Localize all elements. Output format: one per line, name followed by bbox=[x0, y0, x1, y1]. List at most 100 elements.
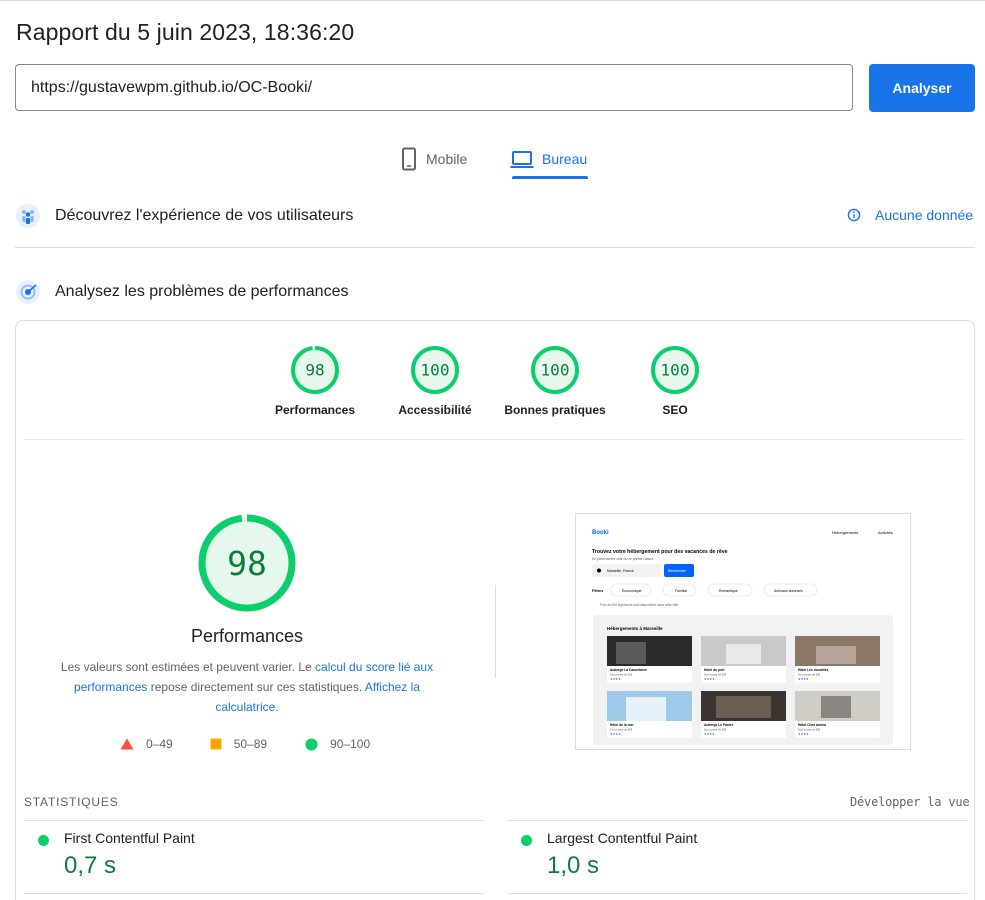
gauge-accessibility-label: Accessibilité bbox=[398, 403, 472, 417]
thumb-card-6-title: Hôtel Chez Amina bbox=[798, 723, 826, 727]
info-icon bbox=[847, 208, 861, 222]
metric-lcp-top-line bbox=[507, 820, 967, 821]
thumb-subline: En plein centre-ville ou en pleine natur… bbox=[592, 557, 654, 561]
gauge-seo[interactable]: 100 SEO bbox=[615, 345, 735, 417]
no-data-link[interactable]: Aucune donnée bbox=[847, 207, 973, 223]
section-user-experience: Découvrez l'expérience de vos utilisateu… bbox=[15, 203, 353, 229]
thumb-card-1-image-detail bbox=[616, 642, 646, 664]
metric-fcp-value: 0,7 s bbox=[64, 852, 117, 879]
legend-fail: 0–49 bbox=[120, 737, 173, 751]
gauge-best-practices[interactable]: 100 Bonnes pratiques bbox=[495, 345, 615, 417]
thumb-search-label: Rechercher bbox=[668, 569, 687, 573]
gauge-best-practices-ring: 100 bbox=[531, 346, 579, 394]
gauge-performance-score: 98 bbox=[305, 361, 324, 380]
metric-lcp-value: 1,0 s bbox=[547, 852, 600, 879]
metric-fcp-name: First Contentful Paint bbox=[64, 830, 195, 846]
thumb-card-6-image-detail bbox=[821, 696, 851, 718]
desc-text-2: repose directement sur ces statistiques. bbox=[147, 680, 365, 694]
vertical-divider bbox=[495, 585, 496, 678]
legend-fail-label: 0–49 bbox=[146, 737, 173, 751]
thumb-filter-2-label: Familial bbox=[675, 589, 687, 593]
legend-pass-label: 90–100 bbox=[330, 737, 371, 751]
screenshot-drawing: Booki Hébergements Activités Trouvez vot… bbox=[576, 514, 910, 749]
score-legend: 0–49 50–89 90–100 bbox=[120, 737, 370, 751]
users-icon bbox=[16, 204, 40, 228]
stats-title: STATISTIQUES bbox=[24, 795, 119, 809]
thumb-card-3-sub: Nuit à partir de 25€ bbox=[798, 673, 821, 677]
gauge-performance-label: Performances bbox=[274, 403, 356, 417]
thumb-card-1-title: Auberge La Cannebière bbox=[610, 668, 647, 672]
thumb-card-6-stars: ★★★★ bbox=[798, 732, 809, 736]
thumb-card-4-sub: Nuit à partir de 25€ bbox=[610, 728, 633, 732]
thumb-card-4-stars: ★★★★ bbox=[610, 732, 621, 736]
metric-lcp-bottom-line bbox=[507, 893, 967, 894]
main-gauge-label: Performances bbox=[190, 626, 304, 646]
thumb-location-pin bbox=[597, 568, 601, 573]
gauge-seo-ring: 100 bbox=[651, 346, 699, 394]
metric-lcp-pass-icon bbox=[521, 835, 532, 846]
legend-average: 50–89 bbox=[210, 737, 267, 751]
score-description: Les valeurs sont estimées et peuvent var… bbox=[57, 657, 437, 717]
thumb-nav-1: Hébergements bbox=[832, 530, 858, 535]
phone-icon bbox=[402, 147, 416, 170]
section-user-experience-title: Découvrez l'expérience de vos utilisateu… bbox=[55, 207, 354, 224]
thumb-card-5-stars: ★★★★ bbox=[704, 732, 715, 736]
expand-view-toggle[interactable]: Développer la vue bbox=[850, 795, 970, 809]
analyze-button[interactable]: Analyser bbox=[869, 64, 975, 112]
desc-text-1: Les valeurs sont estimées et peuvent var… bbox=[60, 660, 316, 674]
tab-desktop-label: Bureau bbox=[542, 150, 588, 167]
tab-desktop[interactable]: Bureau bbox=[510, 137, 587, 180]
report-title: Rapport du 5 juin 2023, 18:36:20 bbox=[16, 19, 355, 45]
circle-icon bbox=[305, 738, 318, 750]
lighthouse-icon bbox=[16, 280, 40, 304]
thumb-card-3-title: Hôtel Les mouettes bbox=[798, 668, 829, 672]
gauge-performance[interactable]: 98 Performances bbox=[255, 345, 375, 417]
gauge-accessibility-score: 100 bbox=[421, 361, 450, 380]
active-tab-indicator bbox=[512, 176, 588, 179]
section-performance-title: Analysez les problèmes de performances bbox=[55, 283, 349, 300]
metric-lcp: Largest Contentful Paint 1,0 s bbox=[507, 820, 967, 895]
section-performance: Analysez les problèmes de performances bbox=[15, 279, 348, 305]
thumb-card-5-image-detail bbox=[716, 696, 771, 718]
final-screenshot[interactable]: Booki Hébergements Activités Trouvez vot… bbox=[575, 513, 911, 750]
thumb-card-2-title: Hôtel du port bbox=[704, 668, 725, 672]
thumb-card-3-image-detail bbox=[816, 646, 856, 664]
thumb-card-5-sub: Nuit à partir de 25€ bbox=[704, 728, 727, 732]
thumb-filters-label: Filtres bbox=[592, 589, 603, 593]
url-input[interactable] bbox=[15, 64, 853, 111]
gauge-accessibility-ring: 100 bbox=[411, 346, 459, 394]
thumb-card-6-sub: Nuit à partir de 25€ bbox=[798, 728, 821, 732]
thumb-location: Marseille, France bbox=[607, 569, 634, 573]
legend-pass: 90–100 bbox=[305, 737, 370, 751]
thumb-nav-2: Activités bbox=[878, 530, 893, 535]
thumb-card-2-stars: ★★★★ bbox=[704, 677, 715, 681]
gauge-performance-ring: 98 bbox=[291, 346, 339, 394]
thumb-filter-3-label: Romantique bbox=[719, 589, 738, 593]
triangle-icon bbox=[120, 738, 134, 750]
no-data-label: Aucune donnée bbox=[875, 207, 974, 223]
gauge-seo-score: 100 bbox=[661, 361, 690, 380]
top-border bbox=[0, 0, 985, 1]
thumb-filter-1-label: Économique bbox=[622, 588, 642, 593]
thumb-info: Plus de 500 logements sont disponibles d… bbox=[600, 603, 678, 607]
thumb-card-2-sub: Nuit à partir de 25€ bbox=[704, 673, 727, 677]
gauge-accessibility[interactable]: 100 Accessibilité bbox=[375, 345, 495, 417]
thumb-card-4-image-detail bbox=[626, 697, 666, 721]
thumb-card-4-title: Hôtel de la mer bbox=[610, 723, 634, 727]
laptop-icon bbox=[510, 150, 534, 168]
thumb-section-title: Hébergements à Marseille bbox=[607, 626, 663, 631]
metric-fcp-bottom-line bbox=[24, 893, 484, 894]
square-icon bbox=[210, 738, 222, 750]
legend-average-label: 50–89 bbox=[233, 737, 268, 751]
gauge-seo-label: SEO bbox=[662, 403, 688, 417]
gauge-best-practices-label: Bonnes pratiques bbox=[504, 403, 606, 417]
thumb-headline: Trouvez votre hébergement pour des vacan… bbox=[592, 549, 728, 555]
gauge-best-practices-score: 100 bbox=[541, 361, 570, 380]
tab-mobile-label: Mobile bbox=[426, 150, 468, 167]
metric-lcp-name: Largest Contentful Paint bbox=[547, 830, 698, 846]
tab-mobile[interactable]: Mobile bbox=[400, 137, 467, 180]
main-performance-gauge: 98 bbox=[198, 514, 296, 612]
section-divider bbox=[15, 247, 975, 248]
thumb-card-2-image-detail bbox=[726, 644, 761, 664]
metric-fcp: First Contentful Paint 0,7 s bbox=[24, 820, 484, 895]
